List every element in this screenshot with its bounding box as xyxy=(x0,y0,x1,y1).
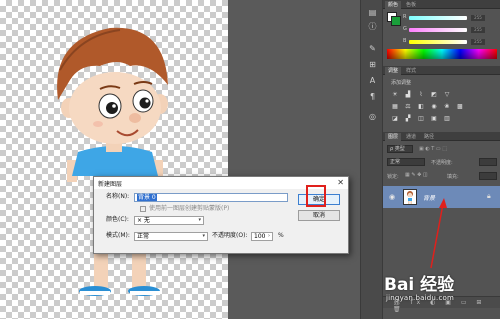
baidu-watermark: Bai 经验 jingyan.baidu.com xyxy=(384,270,494,315)
color-balance-icon[interactable]: ⚖ xyxy=(404,103,412,110)
threshold-icon[interactable]: ◫ xyxy=(417,115,425,122)
lock-label: 锁定: xyxy=(387,174,399,180)
watermark-url: jingyan.baidu.com xyxy=(386,294,454,302)
exposure-icon[interactable]: ◩ xyxy=(430,91,438,98)
paragraph-icon[interactable]: ¶ xyxy=(368,92,377,101)
color-select-value: × 无 xyxy=(137,217,150,224)
layers-lock-bar: 锁定: ▦ ✎ ✥ ◫ 填充: xyxy=(387,172,497,181)
green-label: G xyxy=(403,26,407,32)
tab-adjustments[interactable]: 调整 xyxy=(385,67,402,75)
clip-mask-option[interactable]: 使用前一图层创建剪贴蒙版(P) xyxy=(140,204,229,214)
brightness-icon[interactable]: ☀ xyxy=(391,91,399,98)
layer-kind-filter[interactable]: ρ 类型 xyxy=(387,145,413,153)
fill-input[interactable] xyxy=(479,172,497,180)
blue-label: B xyxy=(403,38,407,44)
character-icon[interactable]: A xyxy=(368,76,377,85)
opacity-unit: % xyxy=(278,232,284,239)
lock-icon[interactable]: 🔒︎ xyxy=(487,192,491,201)
watermark-logo: Bai 经验 xyxy=(384,275,455,295)
dialog-title: 新建图层 xyxy=(98,181,123,188)
name-label: 名称(N): xyxy=(106,193,130,200)
blend-mode-select[interactable]: 正常 xyxy=(387,158,425,166)
opacity-label: 不透明度(O): xyxy=(212,232,248,239)
opacity-value: 100 xyxy=(254,233,266,240)
lock-icons[interactable]: ▦ ✎ ✥ ◫ xyxy=(405,172,428,178)
black-white-icon[interactable]: ◧ xyxy=(417,103,425,110)
layer-name-value: 背景 0 xyxy=(137,194,157,201)
photo-filter-icon[interactable]: ◉ xyxy=(430,103,438,110)
layers-panel-tabs: 图层 通道 路径 xyxy=(383,132,500,141)
levels-icon[interactable]: ▟ xyxy=(404,91,412,98)
ok-highlight-box xyxy=(306,185,326,207)
green-slider[interactable] xyxy=(409,28,467,32)
panel-icon-strip: ▤ ⓘ ✎ ⊞ A ¶ ◎ xyxy=(360,0,382,319)
document-canvas[interactable] xyxy=(0,0,228,319)
clip-mask-label: 使用前一图层创建剪贴蒙版(P) xyxy=(149,205,230,212)
adjustments-panel-tabs: 调整 样式 xyxy=(383,66,500,75)
invert-icon[interactable]: ◪ xyxy=(391,115,399,122)
posterize-icon[interactable]: ▞ xyxy=(404,115,412,122)
layers-filter-bar: ρ 类型 ▣ ◐ T ▭ ⬚ xyxy=(387,145,497,154)
color-spectrum-shade xyxy=(387,49,497,59)
color-panel-tabs: 颜色 色板 xyxy=(383,0,500,9)
chevron-down-icon: ▾ xyxy=(202,233,205,239)
mode-select-value: 正常 xyxy=(137,233,150,240)
filter-icons[interactable]: ▣ ◐ T ▭ ⬚ xyxy=(419,146,447,152)
chevron-down-icon: ▾ xyxy=(198,217,201,223)
mode-label: 模式(M): xyxy=(106,232,130,239)
tab-color[interactable]: 颜色 xyxy=(385,1,402,9)
annotation-arrow xyxy=(430,198,447,269)
tab-layers[interactable]: 图层 xyxy=(385,133,402,141)
blue-value[interactable]: 255 xyxy=(471,39,485,45)
layers-blend-bar: 正常 不透明度: xyxy=(387,158,497,167)
tab-styles[interactable]: 样式 xyxy=(403,67,419,75)
layers-opacity-input[interactable] xyxy=(479,158,497,166)
background-color-swatch[interactable] xyxy=(391,16,401,26)
canvas-area[interactable] xyxy=(0,0,360,319)
clone-source-icon[interactable]: ⊞ xyxy=(368,60,377,69)
3d-icon[interactable]: ◎ xyxy=(368,112,377,121)
layers-opacity-label: 不透明度: xyxy=(431,160,453,166)
info-icon[interactable]: ⓘ xyxy=(368,22,377,31)
eye-icon[interactable]: ◉ xyxy=(389,193,395,201)
fill-label: 填充: xyxy=(447,174,459,180)
red-slider[interactable] xyxy=(409,16,467,20)
green-value[interactable]: 255 xyxy=(471,27,485,33)
red-label: R xyxy=(403,14,407,20)
layer-name-input[interactable]: 背景 0 xyxy=(134,193,288,202)
adjustments-title: 添加调整 xyxy=(391,80,412,86)
chevron-right-icon: › xyxy=(268,233,270,239)
tab-swatches[interactable]: 色板 xyxy=(403,1,419,9)
blue-slider[interactable] xyxy=(409,40,467,44)
red-value[interactable]: 255 xyxy=(471,15,485,21)
cancel-button[interactable]: 取消 xyxy=(298,210,340,221)
opacity-input[interactable]: 100 › xyxy=(251,232,273,241)
brush-icon[interactable]: ✎ xyxy=(368,44,377,53)
gradient-map-icon[interactable]: ▥ xyxy=(443,115,451,122)
hue-saturation-icon[interactable]: ▦ xyxy=(391,103,399,110)
color-lookup-icon[interactable]: ▩ xyxy=(456,103,464,110)
cartoon-boy-illustration xyxy=(57,27,168,296)
channel-mixer-icon[interactable]: ❀ xyxy=(443,103,451,110)
vibrance-icon[interactable]: ▽ xyxy=(443,91,451,98)
close-icon[interactable]: ✕ xyxy=(337,178,344,187)
history-icon[interactable]: ▤ xyxy=(368,8,377,17)
color-label: 颜色(C): xyxy=(106,216,129,223)
color-select[interactable]: × 无 ▾ xyxy=(134,216,204,225)
clip-mask-checkbox[interactable] xyxy=(140,205,146,212)
mode-select[interactable]: 正常 ▾ xyxy=(134,232,208,241)
tab-channels[interactable]: 通道 xyxy=(403,133,419,141)
selective-color-icon[interactable]: ▣ xyxy=(430,115,438,122)
curves-icon[interactable]: ⌇ xyxy=(417,91,425,98)
tab-paths[interactable]: 路径 xyxy=(421,133,437,141)
